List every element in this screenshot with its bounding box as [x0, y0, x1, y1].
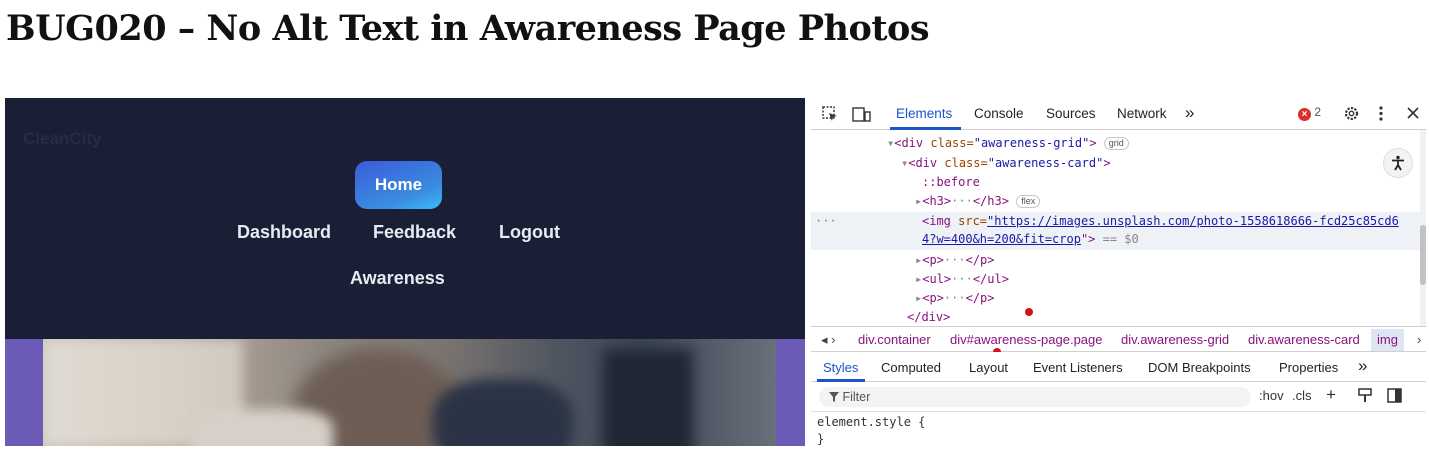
more-subtabs-button[interactable]: »: [1358, 356, 1367, 376]
tab-sources[interactable]: Sources: [1046, 106, 1096, 121]
node-div-close[interactable]: </div>: [907, 310, 950, 324]
cls-toggle[interactable]: .cls: [1292, 388, 1312, 403]
node-h3[interactable]: ▸<h3>···</h3> flex: [915, 194, 1041, 208]
tab-computed[interactable]: Computed: [881, 360, 941, 375]
tab-console[interactable]: Console: [974, 106, 1024, 121]
node-ul[interactable]: ▸<ul>···</ul>: [915, 272, 1009, 286]
tab-elements[interactable]: Elements: [896, 106, 952, 121]
error-count: 2: [1314, 105, 1322, 119]
filter-placeholder: Filter: [842, 390, 871, 404]
accessibility-icon[interactable]: [1383, 148, 1413, 178]
awareness-section: [5, 339, 805, 446]
nav-logout-link[interactable]: Logout: [499, 222, 560, 243]
node-img-selected[interactable]: <img src="https://images.unsplash.com/ph…: [922, 214, 1399, 228]
device-toolbar-icon[interactable]: [852, 106, 871, 126]
breadcrumb-container[interactable]: div.container: [858, 332, 931, 347]
breadcrumb-awareness-page[interactable]: div#awareness-page.page: [950, 332, 1103, 347]
node-awareness-grid[interactable]: ▾<div class="awareness-grid"> grid: [887, 136, 1129, 150]
more-vertical-icon[interactable]: [1378, 105, 1384, 125]
breadcrumb-awareness-card[interactable]: div.awareness-card: [1248, 332, 1360, 347]
elements-tree: ▾<div class="awareness-grid"> grid ▾<div…: [811, 130, 1426, 326]
img-src-link[interactable]: "https://images.unsplash.com/photo-15586…: [987, 214, 1399, 228]
tab-network[interactable]: Network: [1117, 106, 1167, 121]
node-before-pseudo[interactable]: ::before: [922, 175, 980, 189]
nav-feedback-link[interactable]: Feedback: [373, 222, 456, 243]
node-gutter-dots[interactable]: ···: [815, 214, 837, 228]
hov-toggle[interactable]: :hov: [1259, 388, 1284, 403]
element-style-close: }: [817, 432, 825, 446]
more-tabs-button[interactable]: »: [1185, 103, 1194, 123]
styles-pane: element.style { }: [811, 412, 1426, 448]
brand-logo[interactable]: CleanCity: [23, 129, 101, 149]
toggle-sidebar-icon[interactable]: [1387, 388, 1402, 406]
close-icon[interactable]: [1406, 106, 1420, 123]
filter-icon: [829, 390, 842, 404]
tab-properties[interactable]: Properties: [1279, 360, 1338, 375]
node-img-selected-cont[interactable]: 4?w=400&h=200&fit=crop"> == $0: [922, 232, 1139, 246]
paint-icon[interactable]: [1358, 388, 1372, 406]
breadcrumb-awareness-grid[interactable]: div.awareness-grid: [1121, 332, 1229, 347]
tab-styles[interactable]: Styles: [823, 360, 858, 375]
node-p-1[interactable]: ▸<p>···</p>: [915, 253, 995, 267]
styles-filter-input[interactable]: Filter: [819, 387, 1251, 407]
app-screenshot: CleanCity Home Dashboard Feedback Logout…: [5, 98, 805, 446]
document-title: BUG020 – No Alt Text in Awareness Page P…: [6, 8, 930, 49]
breadcrumb: ◂ › div.container div#awareness-page.pag…: [811, 326, 1426, 356]
styles-subtabs: Styles Computed Layout Event Listeners D…: [811, 352, 1426, 382]
tab-dom-breakpoints[interactable]: DOM Breakpoints: [1148, 360, 1251, 375]
cursor-marker-dot: [1025, 308, 1033, 316]
navbar: CleanCity Home Dashboard Feedback Logout…: [5, 98, 805, 339]
error-icon: ×: [1298, 108, 1311, 121]
inspect-icon[interactable]: [822, 106, 839, 126]
tab-event-listeners[interactable]: Event Listeners: [1033, 360, 1123, 375]
nav-home-button[interactable]: Home: [355, 161, 442, 209]
devtools-panel: Elements Console Sources Network » × 2 ▾…: [811, 98, 1426, 448]
node-p-2[interactable]: ▸<p>···</p>: [915, 291, 995, 305]
elements-scroll-thumb[interactable]: [1420, 225, 1426, 285]
flex-badge[interactable]: flex: [1016, 195, 1041, 208]
breadcrumb-scroll-right-icon[interactable]: ›: [1417, 332, 1421, 347]
node-awareness-card[interactable]: ▾<div class="awareness-card">: [901, 156, 1111, 170]
grid-badge[interactable]: grid: [1103, 137, 1129, 150]
breadcrumb-img[interactable]: img: [1371, 329, 1404, 351]
awareness-photo: [43, 339, 776, 446]
error-count-badge[interactable]: × 2: [1298, 105, 1321, 121]
styles-filterbar: Filter :hov .cls +: [811, 382, 1426, 412]
settings-icon[interactable]: [1343, 105, 1360, 125]
new-style-rule-icon[interactable]: +: [1326, 385, 1336, 405]
nav-awareness-link[interactable]: Awareness: [350, 268, 445, 289]
devtools-tabbar: Elements Console Sources Network » × 2: [811, 98, 1426, 130]
tab-layout[interactable]: Layout: [969, 360, 1008, 375]
nav-dashboard-link[interactable]: Dashboard: [237, 222, 331, 243]
element-style-rule[interactable]: element.style {: [817, 415, 925, 429]
breadcrumb-scroll-left-icon[interactable]: ◂ ›: [821, 332, 835, 348]
